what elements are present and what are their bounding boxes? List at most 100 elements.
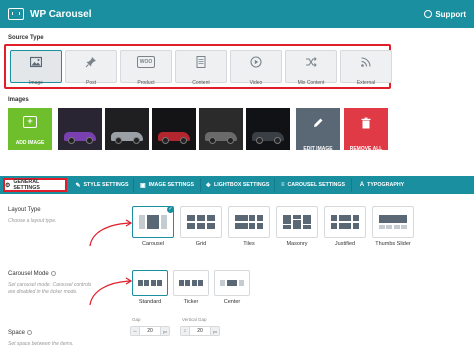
- layout-grid-label: Grid: [195, 241, 207, 247]
- preview-block: [249, 215, 256, 222]
- space-text: Space: [8, 330, 26, 337]
- image-thumbnail[interactable]: [152, 108, 196, 150]
- preview-block: [146, 215, 160, 229]
- preview-block: [150, 280, 156, 286]
- preview-block: [249, 222, 256, 229]
- vertical-gap-input[interactable]: ↕ 20 px: [180, 326, 220, 336]
- source-image-button[interactable]: Image: [10, 50, 62, 86]
- layout-type-hint: Choose a layout type.: [8, 218, 57, 224]
- preview-block: [235, 215, 248, 222]
- carousel-mode-hint: Set carousel mode. Carousel controls are…: [8, 282, 91, 295]
- space-hint: Set space between the items.: [8, 341, 74, 347]
- info-icon[interactable]: [50, 271, 56, 276]
- layout-justified-option[interactable]: [324, 206, 366, 238]
- rss-icon: [360, 56, 372, 68]
- shuffle-icon: [305, 56, 317, 68]
- play-icon: [250, 56, 262, 68]
- source-image-label: Image: [29, 80, 43, 86]
- preview-block: [191, 280, 197, 286]
- vertical-gap-unit: px: [210, 327, 219, 335]
- justified-preview: [331, 215, 359, 229]
- image-thumbnail[interactable]: [246, 108, 290, 150]
- layout-carousel-option[interactable]: ✓: [132, 206, 174, 238]
- edit-image-label: EDIT IMAGE: [303, 146, 333, 152]
- vertical-arrows-icon: ↕: [181, 327, 190, 335]
- sliders-icon: ≡: [280, 182, 285, 188]
- edit-image-button[interactable]: EDIT IMAGE: [296, 108, 340, 152]
- carousel-mode-hint-line: are disabled in the ticker mode.: [8, 288, 78, 295]
- preview-block: [179, 280, 184, 286]
- trash-icon: [344, 117, 388, 133]
- preview-block: [352, 222, 359, 229]
- carousel-mode-label: Carousel Mode: [8, 271, 56, 277]
- preview-block: [292, 220, 302, 229]
- preview-block: [283, 215, 292, 224]
- preview-block: [352, 215, 359, 222]
- tab-label: IMAGE SETTINGS: [148, 182, 194, 188]
- settings-tabs: ⚙ GENERAL SETTINGS ✎ STYLE SETTINGS ▣ IM…: [0, 176, 474, 194]
- horizontal-arrows-icon: ↔: [131, 327, 140, 335]
- woo-icon: WOO: [137, 56, 155, 68]
- pointer-arrow: [89, 219, 133, 247]
- tab-lightbox-settings[interactable]: ❖ LIGHTBOX SETTINGS: [201, 178, 275, 192]
- tab-general-settings[interactable]: ⚙ GENERAL SETTINGS: [3, 178, 67, 192]
- preview-block: [198, 280, 203, 286]
- preview-block: [206, 215, 215, 222]
- mode-center-label: Center: [223, 299, 241, 305]
- preview-block: [157, 280, 162, 286]
- layout-tiles-option[interactable]: [228, 206, 270, 238]
- support-link[interactable]: Support: [424, 10, 466, 19]
- preview-block: [292, 215, 302, 219]
- source-video-button[interactable]: Video: [230, 50, 282, 86]
- vertical-gap-label: Vertical Gap: [182, 317, 207, 322]
- source-post-label: Post: [85, 80, 96, 86]
- preview-block: [379, 224, 385, 229]
- images-label: Images: [8, 97, 29, 103]
- lightbox-icon: ❖: [205, 182, 212, 189]
- preview-block: [144, 280, 150, 286]
- layout-grid-option[interactable]: [180, 206, 222, 238]
- tab-carousel-settings[interactable]: ≡ CAROUSEL SETTINGS: [275, 178, 352, 192]
- carousel-mode-hint-line: Set carousel mode. Carousel controls: [8, 282, 92, 288]
- mode-ticker-option[interactable]: [173, 270, 209, 296]
- tab-label: GENERAL SETTINGS: [13, 179, 40, 191]
- tab-image-settings[interactable]: ▣ IMAGE SETTINGS: [134, 178, 201, 192]
- source-content-button[interactable]: Content: [175, 50, 227, 86]
- info-icon[interactable]: [27, 330, 33, 335]
- ticker-preview: [179, 280, 203, 286]
- image-thumbnail[interactable]: [105, 108, 149, 150]
- preview-block: [338, 215, 352, 222]
- image-thumbnail[interactable]: [58, 108, 102, 150]
- document-icon: [195, 56, 207, 68]
- source-product-button[interactable]: WOO Product: [120, 50, 172, 86]
- preview-block: [238, 280, 244, 286]
- layout-masonry-option[interactable]: [276, 206, 318, 238]
- preview-block: [256, 222, 263, 229]
- mode-center-option[interactable]: [214, 270, 250, 296]
- image-thumbnail[interactable]: [199, 108, 243, 150]
- wheel: [180, 137, 187, 144]
- remove-all-button[interactable]: REMOVE ALL: [344, 108, 388, 152]
- wheel: [133, 137, 140, 144]
- source-external-button[interactable]: External: [340, 50, 392, 86]
- tab-typography[interactable]: A TYPOGRAPHY: [352, 178, 412, 192]
- source-content-label: Content: [192, 80, 210, 86]
- gap-input[interactable]: ↔ 20 px: [130, 326, 170, 336]
- standard-preview: [138, 280, 162, 286]
- mode-standard-option[interactable]: [132, 270, 168, 296]
- layout-justified-label: Justified: [334, 241, 356, 247]
- gap-unit: px: [160, 327, 169, 335]
- preview-block: [393, 224, 400, 229]
- tab-style-settings[interactable]: ✎ STYLE SETTINGS: [71, 178, 134, 192]
- preview-block: [302, 225, 311, 229]
- add-image-button[interactable]: + ADD IMAGE: [8, 108, 52, 150]
- wheel: [115, 137, 122, 144]
- text-icon: A: [359, 182, 365, 188]
- preview-block: [160, 215, 167, 229]
- source-mix-content-button[interactable]: Mix Content: [285, 50, 337, 86]
- layout-thumbs-slider-option[interactable]: [372, 206, 414, 238]
- source-post-button[interactable]: Post: [65, 50, 117, 86]
- gap-value: 20: [147, 328, 153, 334]
- preview-block: [196, 215, 206, 222]
- preview-block: [302, 215, 311, 224]
